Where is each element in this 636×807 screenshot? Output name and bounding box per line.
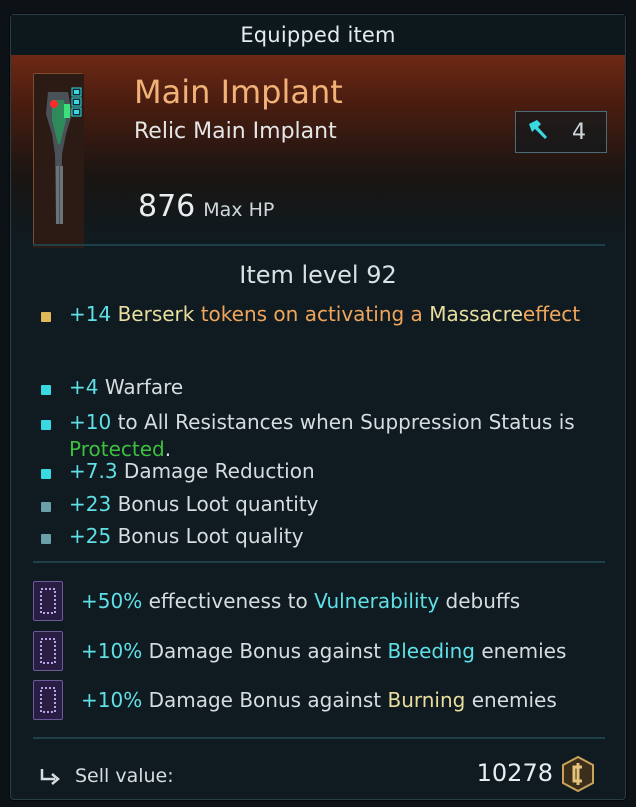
stat-text-part: Berserk <box>117 302 195 326</box>
divider <box>33 737 605 739</box>
rune-text-part: enemies <box>475 639 567 663</box>
item-rarity-type: Relic Main Implant <box>134 119 337 144</box>
stat-bullet-icon <box>41 420 51 430</box>
stat-text-part: to All Resistances when Suppression Stat… <box>117 410 575 434</box>
stat-text-part: Bonus Loot quality <box>117 524 304 548</box>
rune-text-part: Damage Bonus against <box>148 639 388 663</box>
upgrade-level-badge: 4 <box>515 111 607 153</box>
rune-text-part: debuffs <box>439 589 521 613</box>
item-header-lower <box>11 175 625 245</box>
divider <box>33 561 605 563</box>
rune-text-part: enemies <box>465 688 557 712</box>
rune-icon <box>33 581 63 621</box>
stat-text-part: +7.3 <box>69 459 124 483</box>
stat-text: +14 Berserk tokens on activating a Massa… <box>69 301 611 328</box>
stat-bullet-icon <box>41 385 51 395</box>
credit-coin-icon <box>561 755 595 797</box>
rune-text: +10% Damage Bonus against Bleeding enemi… <box>81 639 566 663</box>
stat-text-part: +10 <box>69 410 118 434</box>
implant-icon <box>33 73 84 248</box>
stat-bullet-icon <box>41 469 51 479</box>
stat-text-part: +14 <box>69 302 118 326</box>
rune-text-part: Vulnerability <box>314 589 440 613</box>
item-level: Item level 92 <box>239 261 397 289</box>
stat-text-part: Warfare <box>104 375 184 399</box>
rune-text: +10% Damage Bonus against Burning enemie… <box>81 688 557 712</box>
sell-row: Sell value: 10278 <box>11 743 625 793</box>
sell-value-label: Sell value: <box>75 765 174 787</box>
max-hp: 876 Max HP <box>138 189 274 224</box>
sell-value: 10278 <box>476 759 553 787</box>
stat-text-part: +4 <box>69 375 105 399</box>
divider <box>33 244 605 246</box>
max-hp-value: 876 <box>138 189 196 224</box>
stat-text: +25 Bonus Loot quality <box>69 523 611 550</box>
rune-text-part: effectiveness to <box>148 589 315 613</box>
rune-text-part: Bleeding <box>387 639 475 663</box>
rune-text-part: +10% <box>81 639 149 663</box>
stat-text-part: +25 <box>69 524 118 548</box>
item-name: Main Implant <box>134 73 343 111</box>
stat-bullet-icon <box>41 312 51 322</box>
stat-text-part: tokens on activating a <box>194 302 430 326</box>
rune-line: +10% Damage Bonus against Bleeding enemi… <box>11 631 625 675</box>
stat-text-part: Massacre <box>429 302 523 326</box>
stat-text-part: Damage Reduction <box>123 459 315 483</box>
item-tooltip: Equipped item Main Implant Relic Main Im… <box>10 14 626 800</box>
rune-text-part: +10% <box>81 688 149 712</box>
stat-text: +23 Bonus Loot quantity <box>69 491 611 518</box>
return-arrow-icon <box>37 763 63 793</box>
rune-line: +10% Damage Bonus against Burning enemie… <box>11 680 625 724</box>
max-hp-label: Max HP <box>203 199 275 221</box>
stat-text: +10 to All Resistances when Suppression … <box>69 409 611 463</box>
stat-text: +7.3 Damage Reduction <box>69 458 611 485</box>
rune-text-part: +50% <box>81 589 149 613</box>
stat-text-part: +23 <box>69 492 118 516</box>
rune-text-part: Damage Bonus against <box>148 688 388 712</box>
tooltip-title: Equipped item <box>11 15 625 55</box>
rune-icon <box>33 631 63 671</box>
rune-text: +50% effectiveness to Vulnerability debu… <box>81 589 520 613</box>
stat-bullet-icon <box>41 502 51 512</box>
rune-text-part: Burning <box>387 688 466 712</box>
rune-icon <box>33 680 63 720</box>
rune-line: +50% effectiveness to Vulnerability debu… <box>11 581 625 625</box>
hammer-icon <box>526 118 550 146</box>
stat-text-part: effect <box>522 302 581 326</box>
stat-bullet-icon <box>41 534 51 544</box>
stat-text-part: Bonus Loot quantity <box>117 492 319 516</box>
stat-text: +4 Warfare <box>69 374 611 401</box>
upgrade-level-value: 4 <box>572 119 586 145</box>
